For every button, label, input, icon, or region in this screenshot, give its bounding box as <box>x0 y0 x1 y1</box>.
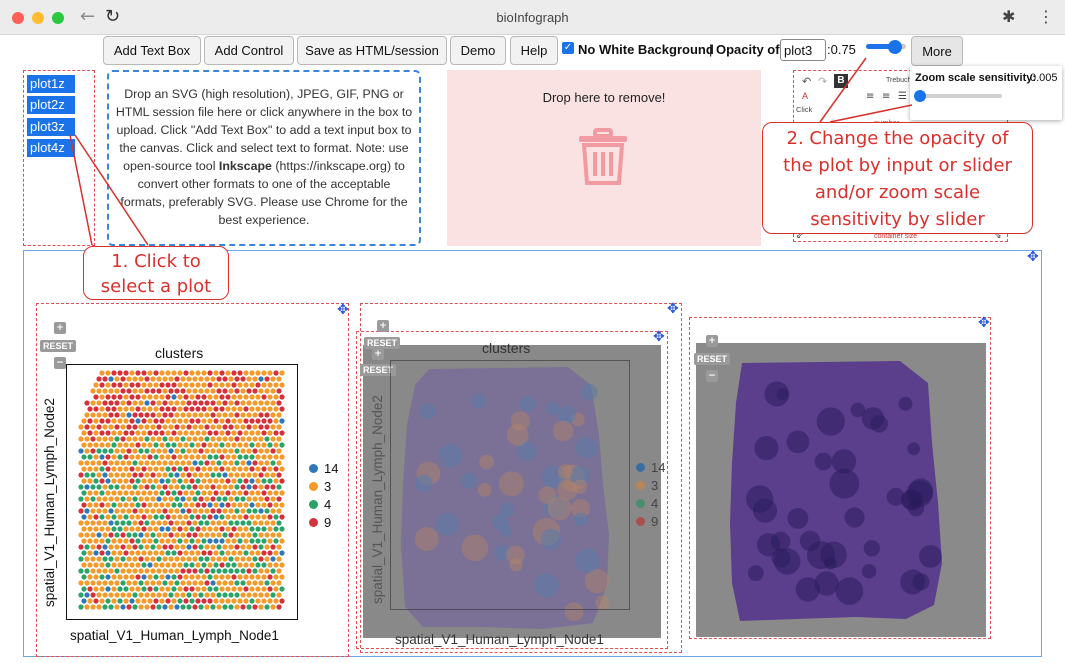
callout-select-plot: 1. Click to select a plot <box>83 246 229 300</box>
callout-opacity-zoom: 2. Change the opacity of the plot by inp… <box>762 122 1033 234</box>
annotation-arrows <box>69 57 913 246</box>
app-window: ← ↻ bioInfograph ✱ ⋮ Add Text Box Add Co… <box>0 0 1065 663</box>
